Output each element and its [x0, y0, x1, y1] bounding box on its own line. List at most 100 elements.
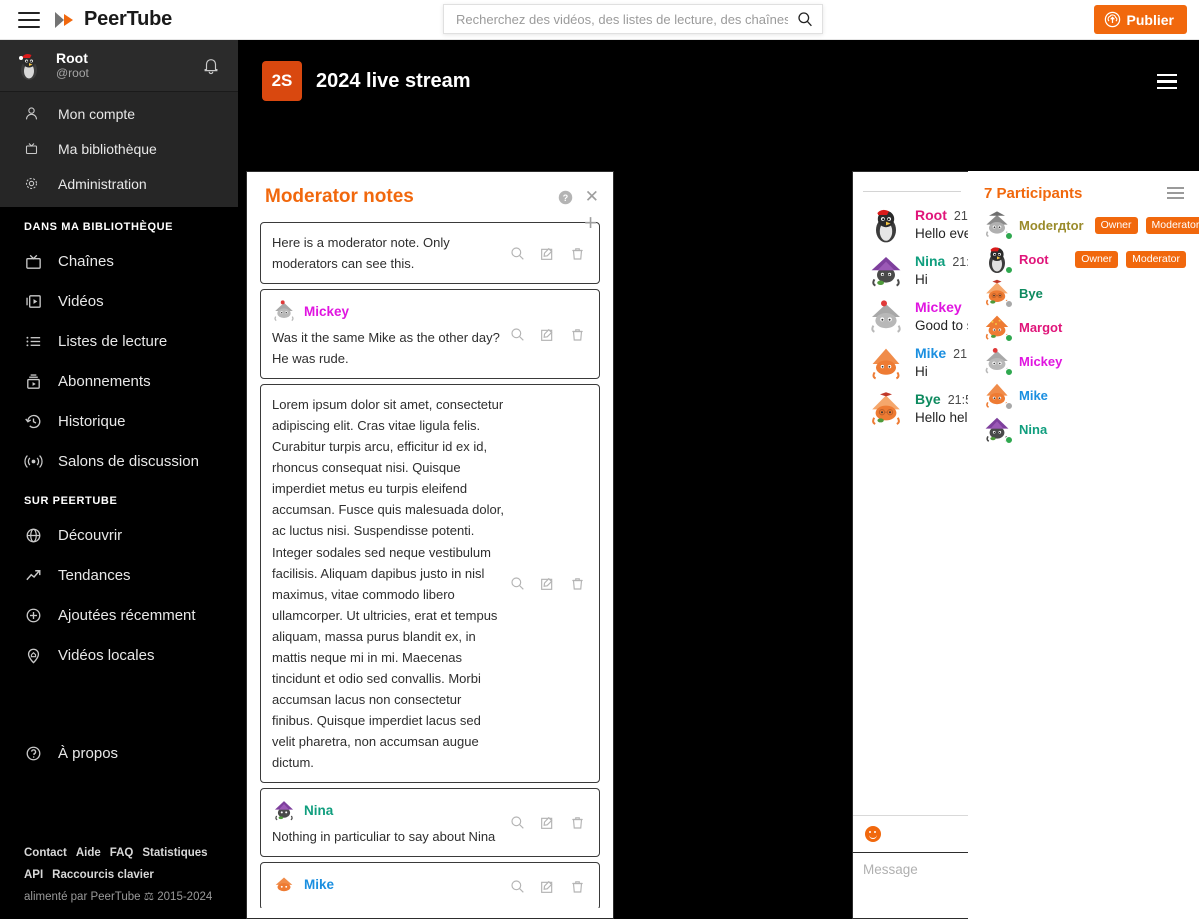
video-library-icon [24, 292, 50, 311]
footer-link-api[interactable]: API [24, 869, 43, 881]
note-actions [510, 815, 589, 830]
note-username: Mickey [304, 303, 350, 319]
map-pin-home-icon [24, 646, 50, 665]
page-title: 2024 live stream [316, 69, 471, 92]
emoji-smiley-icon[interactable] [865, 826, 881, 842]
account-handle: @root [56, 66, 89, 81]
trending-up-icon [24, 566, 50, 585]
video-badge: 2S [262, 61, 302, 101]
sidebar-footer: Contact Aide FAQ Statistiques API Raccourcis… [24, 843, 234, 909]
trash-icon[interactable] [570, 815, 585, 830]
sidebar-item-ma-bibliotheque[interactable]: Ma bibliothèque [0, 131, 238, 166]
edit-icon[interactable] [540, 246, 555, 261]
participant-row[interactable]: Root Owner Moderator [968, 242, 1199, 276]
edit-icon[interactable] [540, 576, 555, 591]
sidebar-item-administration[interactable]: Administration [0, 166, 238, 201]
participant-badges: Owner Moderator [1071, 250, 1192, 268]
edit-icon[interactable] [540, 327, 555, 342]
add-note-icon[interactable]: + [584, 212, 597, 234]
trash-icon[interactable] [570, 576, 585, 591]
participant-row[interactable]: Bye [968, 276, 1199, 310]
sidebar-item-tendances[interactable]: Tendances [0, 555, 238, 595]
search-icon[interactable] [510, 815, 525, 830]
avatar [272, 299, 296, 323]
participant-row[interactable]: Mickey [968, 344, 1199, 378]
sidebar-item-ajoutees-recemment[interactable]: Ajoutées récemment [0, 595, 238, 635]
status-dot-online [1005, 436, 1013, 444]
participant-name: Bye [1019, 285, 1043, 301]
note-body: Here is a moderator note. Only moderator… [272, 232, 510, 274]
sidebar-item-chaines[interactable]: Chaînes [0, 241, 238, 281]
participant-row[interactable]: Mike [968, 378, 1199, 412]
search-icon[interactable] [510, 246, 525, 261]
notifications-bell-icon[interactable] [198, 53, 224, 79]
edit-icon[interactable] [540, 879, 555, 894]
note-body: Nina Nothing in particuliar to say about… [272, 798, 510, 847]
chat-nickname[interactable]: Root [915, 207, 947, 223]
sidebar-item-salons-de-discussion[interactable]: Salons de discussion [0, 441, 238, 481]
sidebar-item-videos-locales[interactable]: Vidéos locales [0, 635, 238, 675]
note-item[interactable]: Mike [260, 862, 600, 908]
trash-icon[interactable] [570, 327, 585, 342]
sidebar-item-abonnements[interactable]: Abonnements [0, 361, 238, 401]
history-icon [24, 412, 50, 431]
publish-button[interactable]: Publier [1093, 5, 1187, 34]
menu-toggle-icon[interactable] [18, 11, 40, 28]
note-text: Here is a moderator note. Only moderator… [272, 235, 450, 272]
note-actions [510, 576, 589, 591]
sidebar-item-a-propos[interactable]: À propos [0, 733, 238, 773]
participant-name: Moderдtor [1019, 217, 1084, 233]
plus-circle-icon [24, 606, 50, 625]
chat-nickname[interactable]: Nina [915, 253, 945, 269]
participant-row[interactable]: Moderдtor Owner Moderator [968, 208, 1199, 242]
note-item[interactable]: Lorem ipsum dolor sit amet, consectetur … [260, 384, 600, 784]
note-item[interactable]: Mickey Was it the same Mike as the other… [260, 289, 600, 380]
participant-badges: Owner Moderator [1091, 216, 1199, 234]
question-circle-icon [24, 744, 50, 763]
close-icon[interactable]: ✕ [585, 188, 599, 205]
sidebar-item-label: Découvrir [58, 526, 123, 544]
participant-row[interactable]: Margot [968, 310, 1199, 344]
search-button[interactable] [788, 5, 822, 33]
sidebar-item-historique[interactable]: Historique [0, 401, 238, 441]
search-icon[interactable] [510, 879, 525, 894]
publish-label: Publier [1126, 11, 1174, 28]
search-icon[interactable] [510, 576, 525, 591]
sidebar-item-videos[interactable]: Vidéos [0, 281, 238, 321]
avatar [867, 252, 905, 290]
section-header-peertube: SUR PEERTUBE [24, 495, 118, 507]
note-user: Nina [272, 798, 504, 822]
help-icon[interactable]: ? [558, 190, 573, 205]
chat-nickname[interactable]: Mike [915, 345, 946, 361]
footer-link-statistiques[interactable]: Statistiques [142, 847, 207, 859]
participant-row[interactable]: Nina [968, 412, 1199, 446]
footer-link-faq[interactable]: FAQ [110, 847, 134, 859]
sidebar-item-decouvrir[interactable]: Découvrir [0, 515, 238, 555]
note-body: Mike [272, 872, 510, 900]
sidebar-item-listes-de-lecture[interactable]: Listes de lecture [0, 321, 238, 361]
account-block[interactable]: Root @root [0, 40, 238, 92]
note-user: Mike [272, 872, 504, 896]
footer-link-raccourcis-clavier[interactable]: Raccourcis clavier [52, 869, 154, 881]
note-text: Lorem ipsum dolor sit amet, consectetur … [272, 397, 504, 770]
note-actions [510, 327, 589, 342]
edit-icon[interactable] [540, 815, 555, 830]
footer-link-contact[interactable]: Contact [24, 847, 67, 859]
video-menu-icon[interactable] [1157, 74, 1177, 89]
sidebar-item-mon-compte[interactable]: Mon compte [0, 96, 238, 131]
participants-menu-icon[interactable] [1167, 187, 1184, 199]
trash-icon[interactable] [570, 246, 585, 261]
chat-nickname[interactable]: Mickey [915, 299, 962, 315]
brand-logo-link[interactable]: PeerTube [54, 8, 172, 31]
search-icon[interactable] [510, 327, 525, 342]
note-item[interactable]: Here is a moderator note. Only moderator… [260, 222, 600, 285]
search-bar[interactable] [443, 4, 823, 34]
footer-link-aide[interactable]: Aide [76, 847, 101, 859]
sidebar-item-label: Administration [58, 175, 147, 192]
note-item[interactable]: Nina Nothing in particuliar to say about… [260, 788, 600, 858]
search-input[interactable] [444, 11, 788, 27]
status-badge: Moderator [1126, 250, 1186, 268]
chat-nickname[interactable]: Bye [915, 391, 941, 407]
sidebar-item-label: Abonnements [58, 372, 151, 390]
trash-icon[interactable] [570, 879, 585, 894]
